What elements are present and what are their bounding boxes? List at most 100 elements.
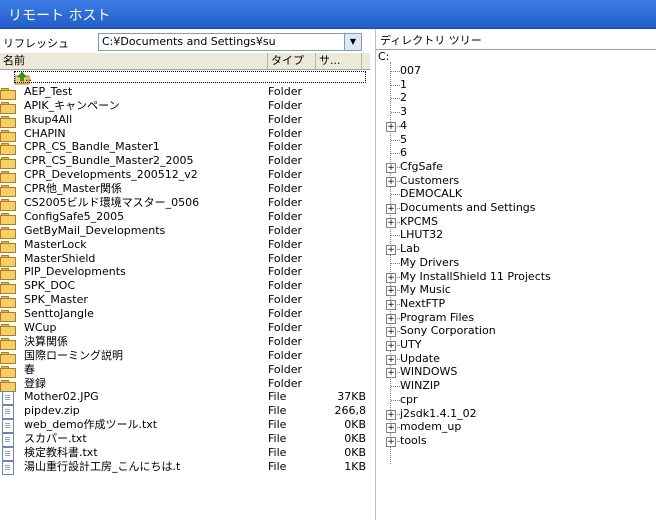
list-item-size: 0KB xyxy=(344,418,366,432)
tree-item-label: Customers xyxy=(400,173,460,187)
window-titlebar: リモート ホスト xyxy=(0,0,656,29)
list-item[interactable]: 春 Folder xyxy=(0,363,370,378)
expand-plus-icon[interactable]: + xyxy=(386,204,396,214)
expand-plus-icon[interactable]: + xyxy=(386,121,396,132)
expand-plus-icon[interactable]: + xyxy=(386,272,396,283)
tree-item-label: Update xyxy=(400,351,440,365)
list-item[interactable]: GetByMail_Developments Folder xyxy=(0,223,370,239)
list-item[interactable]: CPR_CS_Bundle_Master2_2005 Folder xyxy=(0,154,370,170)
list-item[interactable]: SPK_Master Folder xyxy=(0,293,370,309)
expand-plus-icon[interactable]: + xyxy=(386,436,396,447)
expand-plus-icon[interactable]: + xyxy=(386,327,396,338)
list-item-name: 国際ローミング説明 xyxy=(24,348,123,362)
list-item-name: 登録 xyxy=(24,376,46,390)
file-icon xyxy=(0,405,16,420)
list-item-type: Folder xyxy=(268,265,302,279)
folder-icon xyxy=(0,364,16,378)
list-item[interactable]: ConfigSafe5_2005 Folder xyxy=(0,210,370,225)
expand-plus-icon[interactable]: + xyxy=(386,176,396,187)
tree-item-label: j2sdk1.4.1_02 xyxy=(400,406,477,420)
list-item-name: Bkup4All xyxy=(24,112,73,126)
folder-icon xyxy=(0,211,16,225)
list-item[interactable]: 検定教科書.txt File 0KB xyxy=(0,446,370,462)
list-item[interactable]: pipdev.zip File 266,8 xyxy=(0,404,370,420)
list-item-type: Folder xyxy=(268,237,302,251)
tree-item-label: tools xyxy=(400,433,427,447)
list-item-size: 0KB xyxy=(344,432,366,446)
expand-plus-icon[interactable]: + xyxy=(386,423,396,434)
tree-item-label: 3 xyxy=(400,105,407,119)
tree-connector xyxy=(391,112,400,114)
list-item[interactable]: Bkup4All Folder xyxy=(0,112,370,128)
tree-item-label: NextFTP xyxy=(400,296,446,310)
list-item-name: APIK_キャンペーン xyxy=(24,98,120,112)
file-icon xyxy=(0,433,16,448)
list-item-type: Folder xyxy=(268,348,302,362)
tree-item-label: My InstallShield 11 Projects xyxy=(400,269,551,283)
expand-plus-icon[interactable]: + xyxy=(386,354,396,365)
expand-plus-icon[interactable]: + xyxy=(386,162,396,173)
list-item[interactable]: Mother02.JPG File 37KB xyxy=(0,390,370,406)
list-item[interactable]: AEP_Test Folder xyxy=(0,84,370,100)
list-item[interactable]: 国際ローミング説明 Folder xyxy=(0,348,370,364)
list-item-name: PIP_Developments xyxy=(24,265,126,279)
list-item[interactable]: CPR他_Master関係 Folder xyxy=(0,182,370,198)
tree-title: ディレクトリ ツリー xyxy=(380,34,482,47)
list-item-type: Folder xyxy=(268,196,302,210)
list-item[interactable]: web_demo作成ツール.txt File 0KB xyxy=(0,418,370,434)
expand-plus-icon[interactable]: + xyxy=(386,286,396,297)
file-list-pane: リフレッシュ C:¥Documents and Settings¥su ▼ 名前… xyxy=(0,29,372,520)
file-icon xyxy=(0,419,16,434)
list-item[interactable]: APIK_キャンペーン Folder xyxy=(0,98,370,114)
expand-plus-icon[interactable]: + xyxy=(386,368,396,379)
list-item[interactable]: MasterShield Folder xyxy=(0,251,370,267)
list-item[interactable]: CS2005ビルド環境マスター_0506 Folder xyxy=(0,196,370,212)
tree-root-drive[interactable]: C: xyxy=(378,50,389,63)
tree-connector xyxy=(391,262,400,264)
list-item-type: Folder xyxy=(268,84,302,98)
list-item-parent[interactable]: .. xyxy=(0,71,370,85)
list-item[interactable]: MasterLock Folder xyxy=(0,237,370,253)
expand-plus-icon[interactable]: + xyxy=(386,409,396,420)
list-item-name: CPR_Developments_200512_v2 xyxy=(24,168,198,182)
expand-plus-icon[interactable]: + xyxy=(386,341,396,351)
list-item[interactable]: PIP_Developments Folder xyxy=(0,265,370,281)
list-item-size: 0KB xyxy=(344,446,366,460)
tree-connector xyxy=(391,84,400,86)
path-combobox[interactable]: C:¥Documents and Settings¥su ▼ xyxy=(98,33,362,51)
list-item[interactable]: 登録 Folder xyxy=(0,376,370,392)
folder-icon xyxy=(0,308,16,323)
list-item[interactable]: CPR_CS_Bandle_Master1 Folder xyxy=(0,140,370,156)
tree-item-label: WINZIP xyxy=(400,379,440,393)
folder-icon xyxy=(0,114,16,128)
list-item[interactable]: スカパー.txt File 0KB xyxy=(0,432,370,448)
tree-item-label: UTY xyxy=(400,338,422,351)
column-header-size[interactable]: サ... xyxy=(316,53,362,69)
folder-icon xyxy=(0,86,16,100)
expand-plus-icon[interactable]: + xyxy=(386,245,396,256)
list-item-type: Folder xyxy=(268,251,302,265)
list-item[interactable]: SPK_DOC Folder xyxy=(0,279,370,295)
list-item-type: Folder xyxy=(268,223,302,237)
list-item[interactable]: CPR_Developments_200512_v2 Folder xyxy=(0,168,370,184)
tree-item-label: 5 xyxy=(400,132,407,146)
expand-plus-icon[interactable]: + xyxy=(386,299,396,310)
list-item[interactable]: 湯山重行設計工房_こんにちは.t File 1KB xyxy=(0,460,370,475)
column-header-name[interactable]: 名前 xyxy=(0,53,268,69)
tree-connector xyxy=(391,386,400,388)
list-item[interactable]: 決算関係 Folder xyxy=(0,334,370,350)
list-item-name: 決算関係 xyxy=(24,334,68,348)
list-item[interactable]: WCup Folder xyxy=(0,321,370,337)
tree-item-label: cpr xyxy=(400,392,418,406)
list-item[interactable]: SenttoJangle Folder xyxy=(0,307,370,323)
expand-plus-icon[interactable]: + xyxy=(386,313,396,324)
list-item-type: Folder xyxy=(268,334,302,348)
folder-icon xyxy=(0,100,16,114)
refresh-button[interactable]: リフレッシュ xyxy=(3,35,69,51)
list-item[interactable]: CHAPIN Folder xyxy=(0,127,370,142)
list-item-name: SenttoJangle xyxy=(24,307,94,321)
column-header-type[interactable]: タイプ xyxy=(268,53,316,69)
folder-icon xyxy=(0,294,16,309)
expand-plus-icon[interactable]: + xyxy=(386,217,396,228)
chevron-down-icon[interactable]: ▼ xyxy=(344,34,361,50)
